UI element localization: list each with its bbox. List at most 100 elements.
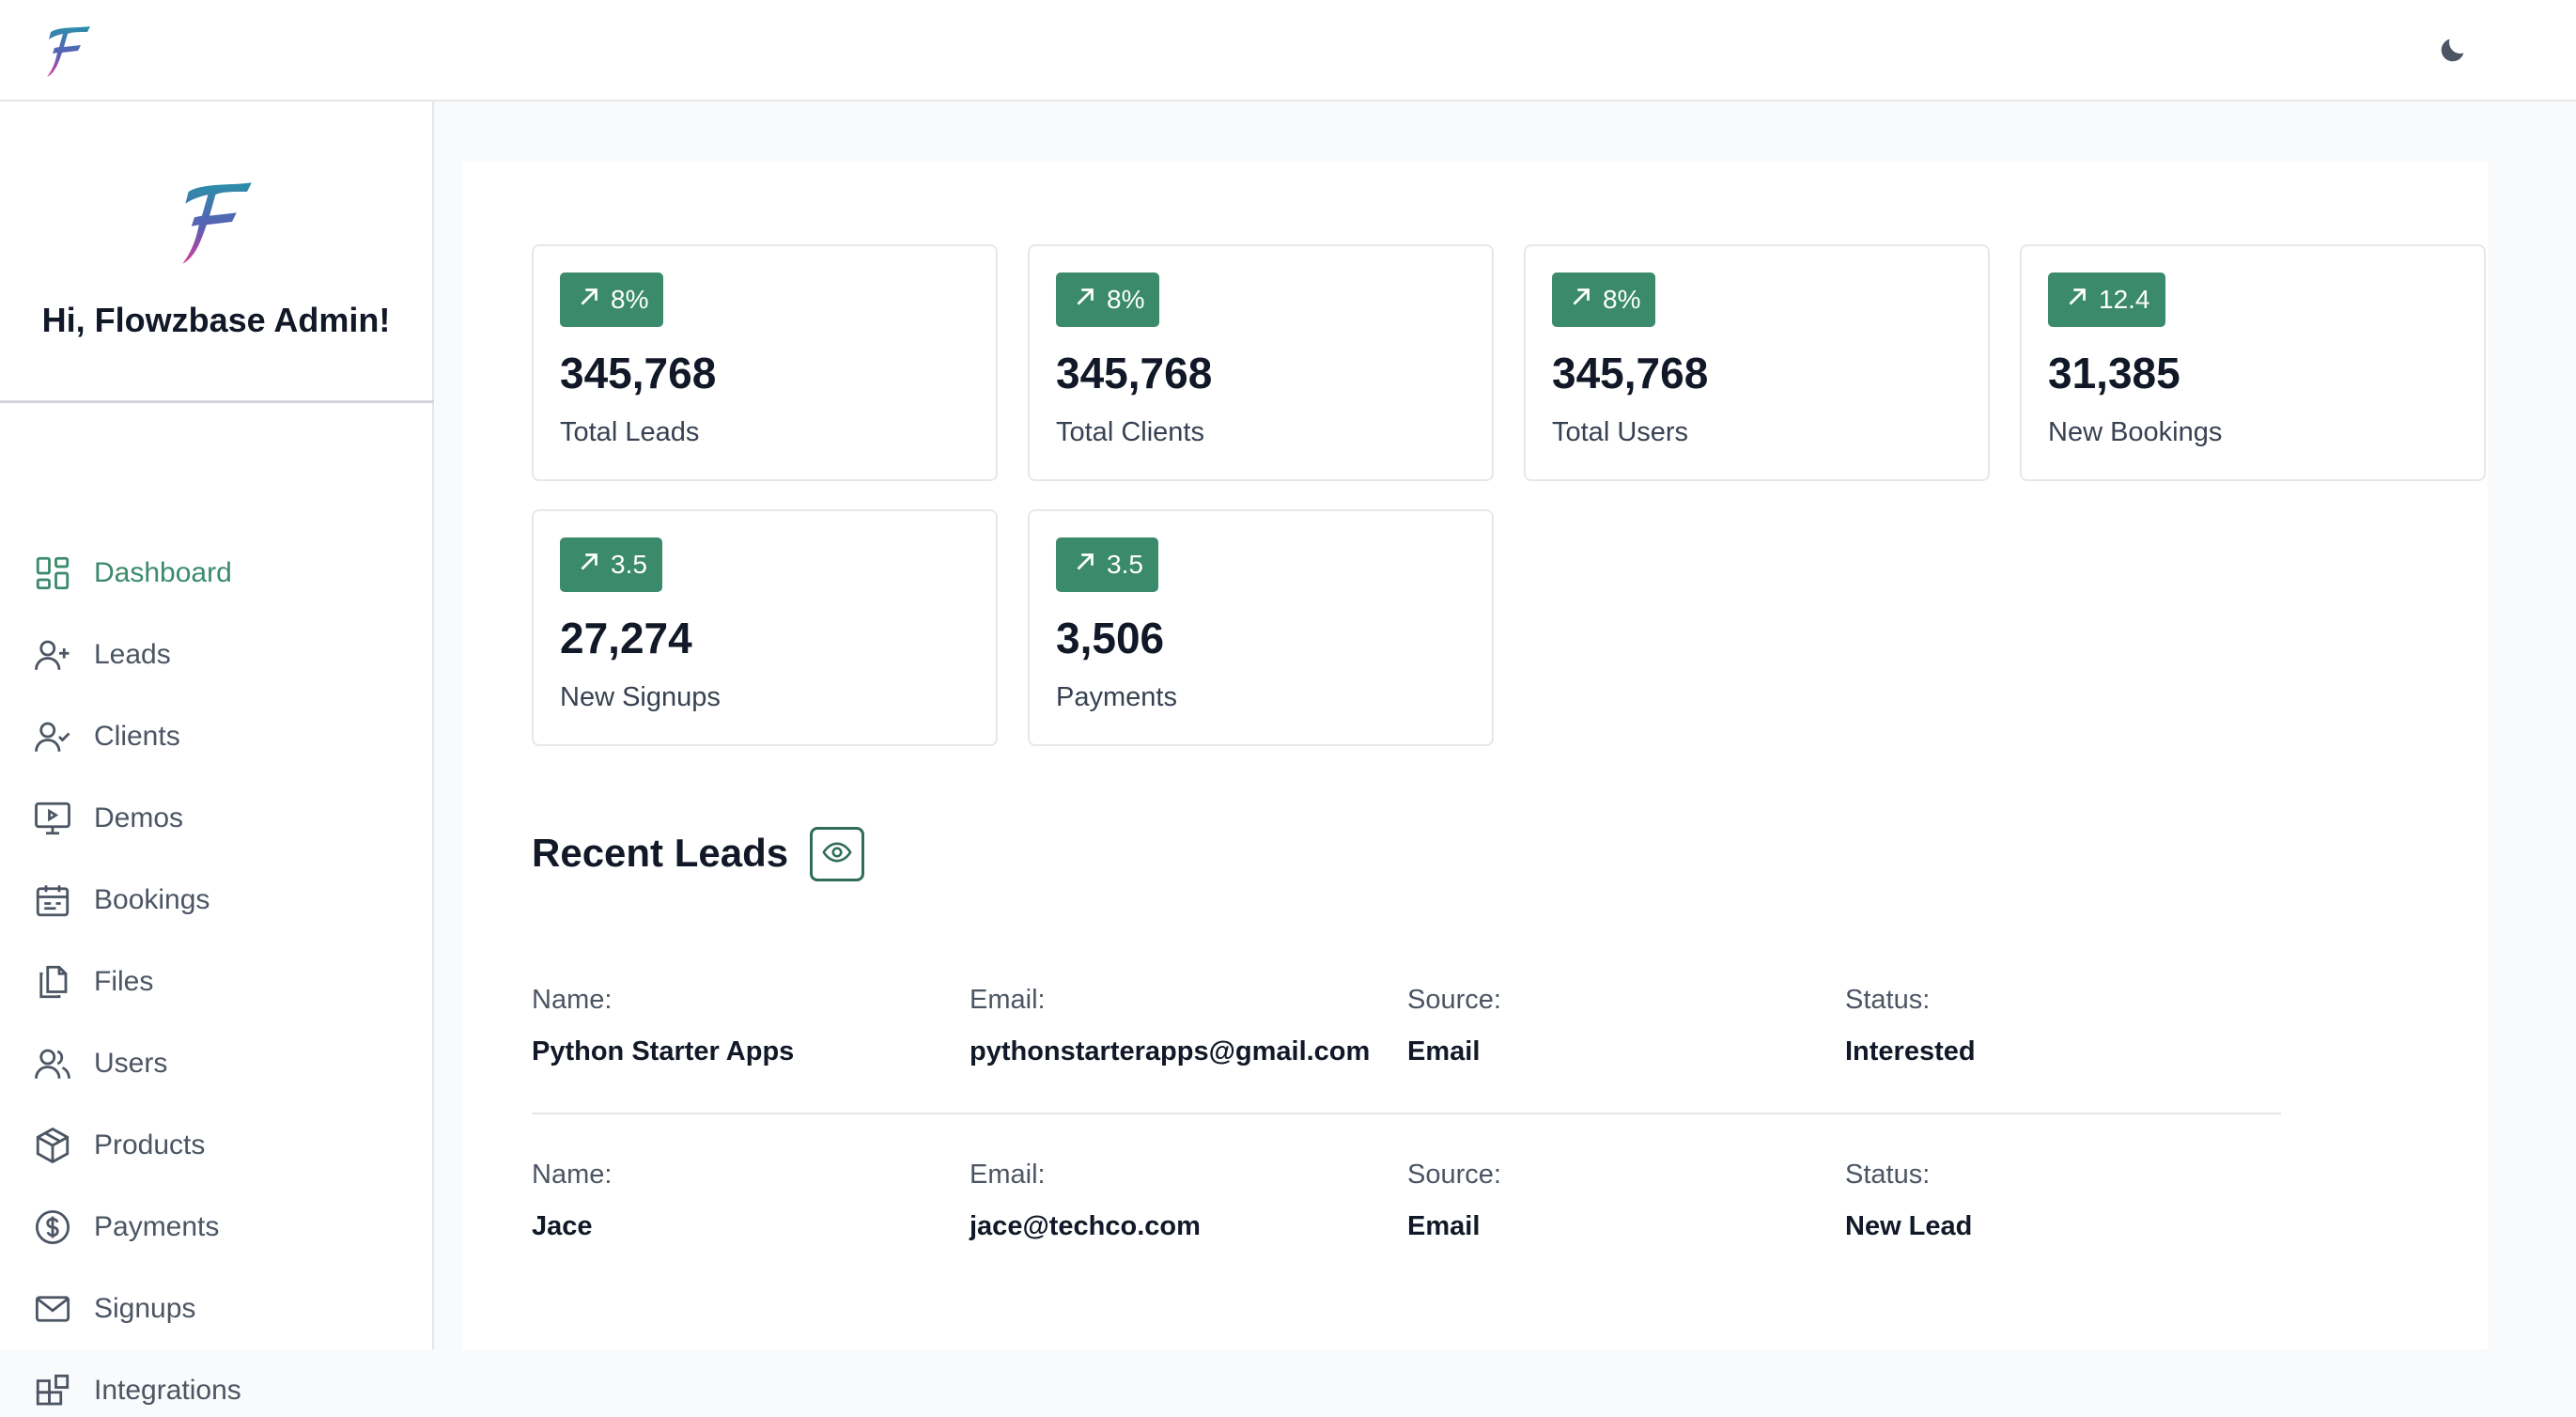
- lead-email: jace@techco.com: [970, 1211, 1201, 1241]
- field-label: Source:: [1407, 1160, 1501, 1190]
- flowzbase-logo-icon: [175, 177, 259, 267]
- lead-status: New Lead: [1845, 1211, 1973, 1241]
- sidebar-item-clients[interactable]: Clients: [32, 710, 408, 763]
- sidebar-item-files[interactable]: Files: [32, 956, 408, 1008]
- lead-email-field: Email: jace@techco.com: [970, 1160, 1201, 1242]
- users-icon: [32, 1043, 73, 1084]
- change-value: 3.5: [611, 550, 647, 579]
- stat-label: Payments: [1056, 682, 1177, 712]
- stat-card-new-signups[interactable]: 3.5 27,274 New Signups: [532, 509, 998, 746]
- sidebar-item-signups[interactable]: Signups: [32, 1283, 408, 1335]
- change-value: 8%: [1603, 285, 1641, 314]
- stat-label: Total Users: [1552, 417, 1689, 447]
- field-label: Name:: [532, 1160, 613, 1190]
- stat-card-total-leads[interactable]: 8% 345,768 Total Leads: [532, 244, 998, 481]
- arrow-up-right-icon: [1071, 548, 1107, 583]
- lead-status-field: Status: Interested: [1845, 985, 1976, 1067]
- recent-leads-title: Recent Leads: [532, 831, 789, 875]
- change-badge: 8%: [1056, 272, 1160, 327]
- sidebar-item-label: Demos: [94, 802, 184, 833]
- sidebar-item-label: Integrations: [94, 1375, 241, 1406]
- presentation-icon: [32, 798, 73, 839]
- lead-status-field: Status: New Lead: [1845, 1160, 1972, 1242]
- sidebar-item-label: Signups: [94, 1293, 196, 1324]
- mail-icon: [32, 1288, 73, 1330]
- sidebar-item-products[interactable]: Products: [32, 1119, 408, 1172]
- sidebar-item-users[interactable]: Users: [32, 1037, 408, 1090]
- lead-source: Email: [1407, 1211, 1481, 1241]
- sidebar-item-integrations[interactable]: Integrations: [32, 1364, 408, 1417]
- sidebar-item-label: Bookings: [94, 884, 210, 915]
- sidebar-item-dashboard[interactable]: Dashboard: [32, 547, 408, 600]
- stat-label: Total Leads: [560, 417, 700, 447]
- change-badge: 8%: [1552, 272, 1656, 327]
- stat-value: 3,506: [1056, 614, 1165, 662]
- stat-value: 345,768: [1056, 349, 1213, 397]
- sidebar: Hi, Flowzbase Admin! Dashboard Leads Cli…: [0, 101, 434, 1406]
- change-value: 8%: [1107, 285, 1145, 314]
- arrow-up-right-icon: [1567, 283, 1603, 318]
- lead-status: Interested: [1845, 1036, 1976, 1067]
- sidebar-item-demos[interactable]: Demos: [32, 792, 408, 845]
- lead-source: Email: [1407, 1036, 1481, 1067]
- files-icon: [32, 961, 73, 1003]
- stat-card-payments[interactable]: 3.5 3,506 Payments: [1028, 509, 1494, 746]
- sidebar-item-label: Dashboard: [94, 557, 232, 588]
- change-badge: 3.5: [1056, 537, 1158, 592]
- calendar-icon: [32, 880, 73, 921]
- field-label: Name:: [532, 985, 613, 1015]
- arrow-up-right-icon: [2063, 283, 2099, 318]
- change-value: 8%: [611, 285, 649, 314]
- stat-value: 27,274: [560, 614, 692, 662]
- arrow-up-right-icon: [575, 548, 611, 583]
- theme-toggle-button[interactable]: [2429, 28, 2476, 75]
- lead-source-field: Source: Email: [1407, 985, 1501, 1067]
- change-badge: 3.5: [560, 537, 662, 592]
- greeting-text: Hi, Flowzbase Admin!: [41, 301, 391, 339]
- lead-name-field: Name: Python Starter Apps: [532, 985, 794, 1067]
- user-check-icon: [32, 716, 73, 757]
- field-label: Status:: [1845, 1160, 1931, 1190]
- dollar-circle-icon: [32, 1207, 73, 1248]
- row-divider: [532, 1113, 2281, 1114]
- stat-label: New Signups: [560, 682, 721, 712]
- sidebar-divider: [0, 400, 434, 403]
- sidebar-item-label: Files: [94, 966, 154, 997]
- stat-card-total-clients[interactable]: 8% 345,768 Total Clients: [1028, 244, 1494, 481]
- field-label: Status:: [1845, 985, 1931, 1015]
- change-value: 3.5: [1107, 550, 1143, 579]
- change-value: 12.4: [2099, 285, 2150, 314]
- stat-card-total-users[interactable]: 8% 345,768 Total Users: [1524, 244, 1990, 481]
- field-label: Email:: [970, 1160, 1046, 1190]
- moon-icon: [2437, 34, 2469, 70]
- stat-card-new-bookings[interactable]: 12.4 31,385 New Bookings: [2020, 244, 2486, 481]
- top-bar: [0, 0, 2576, 101]
- field-label: Email:: [970, 985, 1046, 1015]
- sidebar-item-label: Payments: [94, 1211, 220, 1242]
- field-label: Source:: [1407, 985, 1501, 1015]
- eye-icon: [821, 836, 853, 873]
- sidebar-item-leads[interactable]: Leads: [32, 629, 408, 681]
- lead-name-field: Name: Jace: [532, 1160, 612, 1242]
- lead-email: pythonstarterapps@gmail.com: [970, 1036, 1371, 1067]
- sidebar-item-label: Leads: [94, 639, 171, 670]
- user-plus-icon: [32, 634, 73, 676]
- lead-email-field: Email: pythonstarterapps@gmail.com: [970, 985, 1370, 1067]
- main-content: 8% 345,768 Total Leads 8% 345,768 Total …: [462, 162, 2488, 1349]
- stat-value: 31,385: [2048, 349, 2180, 397]
- flowzbase-logo-icon[interactable]: [43, 23, 94, 79]
- view-leads-button[interactable]: [810, 827, 864, 881]
- sidebar-item-payments[interactable]: Payments: [32, 1201, 408, 1254]
- stat-value: 345,768: [560, 349, 717, 397]
- dashboard-icon: [32, 553, 73, 594]
- stat-label: New Bookings: [2048, 417, 2223, 447]
- lead-name: Jace: [532, 1211, 593, 1241]
- arrow-up-right-icon: [1071, 283, 1107, 318]
- sidebar-item-bookings[interactable]: Bookings: [32, 874, 408, 926]
- lead-source-field: Source: Email: [1407, 1160, 1501, 1242]
- change-badge: 12.4: [2048, 272, 2165, 327]
- integrations-icon: [32, 1370, 73, 1411]
- arrow-up-right-icon: [575, 283, 611, 318]
- sidebar-item-label: Clients: [94, 721, 180, 752]
- stat-label: Total Clients: [1056, 417, 1204, 447]
